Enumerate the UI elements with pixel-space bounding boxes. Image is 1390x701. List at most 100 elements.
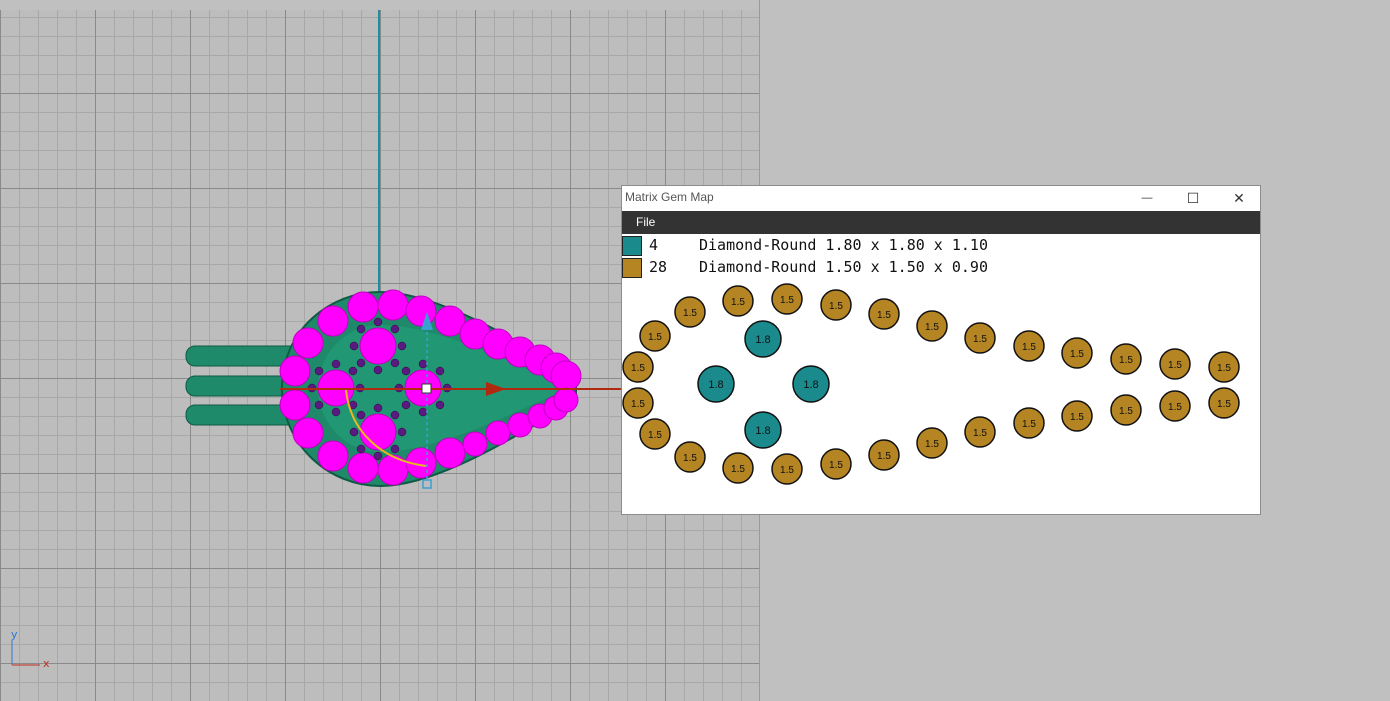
gem-gold-label: 1.5: [683, 453, 697, 464]
gem-gold: 1.5: [1110, 343, 1142, 375]
menu-bar: File: [622, 211, 1260, 234]
gem-gold-label: 1.5: [1168, 402, 1182, 413]
outer-gem: [377, 454, 409, 486]
halo-prong-gem: [418, 407, 428, 417]
halo-prong-gem: [373, 403, 383, 413]
maximize-button[interactable]: ☐: [1170, 186, 1216, 210]
gem-gold-label: 1.5: [829, 301, 843, 312]
halo-prong-gem: [390, 324, 400, 334]
outer-gem: [462, 431, 488, 457]
halo-prong-gem: [401, 366, 411, 376]
outer-gem: [279, 355, 311, 387]
halo-prong-gem: [401, 400, 411, 410]
halo-prong-gem: [390, 410, 400, 420]
axis-label-x: x: [43, 657, 50, 670]
halo-prong-gem: [356, 324, 366, 334]
gem-teal-label: 1.8: [708, 379, 723, 391]
halo-prong-gem: [397, 341, 407, 351]
gem-gold: 1.5: [1061, 400, 1093, 432]
gem-gold: 1.5: [771, 453, 803, 485]
close-icon: ✕: [1233, 189, 1245, 206]
outer-gem: [377, 289, 409, 321]
gem-gold: 1.5: [916, 427, 948, 459]
halo-prong-gem: [373, 365, 383, 375]
menu-file[interactable]: File: [636, 215, 655, 229]
gem-gold-label: 1.5: [829, 460, 843, 471]
gizmo-handle-bottom[interactable]: [422, 479, 432, 489]
gem-teal: 1.8: [744, 320, 782, 358]
gem-gold-label: 1.5: [731, 464, 745, 475]
halo-prong-gem: [349, 427, 359, 437]
gem-gold-label: 1.5: [1217, 363, 1231, 374]
outer-gem: [347, 452, 379, 484]
gem-gold: 1.5: [639, 320, 671, 352]
outer-gem: [292, 327, 324, 359]
gem-gold: 1.5: [1013, 407, 1045, 439]
outer-gem: [347, 291, 379, 323]
gem-teal: 1.8: [697, 365, 735, 403]
outer-gem: [317, 305, 349, 337]
gem-gold-label: 1.5: [648, 332, 662, 343]
outer-gem: [553, 387, 579, 413]
halo-prong-gem: [331, 407, 341, 417]
minimize-button[interactable]: —: [1124, 186, 1170, 210]
maximize-icon: ☐: [1186, 189, 1200, 206]
gem-gold-label: 1.5: [780, 465, 794, 476]
gem-gold-label: 1.5: [925, 322, 939, 333]
halo-prong-gem: [435, 366, 445, 376]
legend-row-teal: 4 Diamond-Round 1.80 x 1.80 x 1.10: [622, 236, 1242, 256]
gem-gold: 1.5: [868, 439, 900, 471]
gem-gold: 1.5: [964, 416, 996, 448]
gem-gold: 1.5: [622, 387, 654, 419]
gem-gold-label: 1.5: [973, 428, 987, 439]
halo-prong-gem: [418, 359, 428, 369]
gizmo-center[interactable]: [421, 383, 432, 394]
axis-label-y: y: [11, 628, 18, 641]
legend-count: 28: [649, 258, 668, 276]
halo-prong-gem: [349, 341, 359, 351]
legend-description: Diamond-Round 1.50 x 1.50 x 0.90: [699, 258, 988, 276]
gem-teal-label: 1.8: [755, 334, 770, 346]
gem-gold: 1.5: [1110, 394, 1142, 426]
halo-center-gem: [359, 327, 397, 365]
gem-map-window[interactable]: Matrix Gem Map — ☐ ✕ File 4 Diamond-Roun…: [621, 185, 1261, 515]
halo-prong-gem: [390, 444, 400, 454]
gem-gold: 1.5: [1159, 390, 1191, 422]
gem-gold: 1.5: [964, 322, 996, 354]
gem-gold: 1.5: [639, 418, 671, 450]
halo-prong-gem: [390, 358, 400, 368]
outer-gem: [405, 295, 437, 327]
gem-map-canvas: 1.8 1.8 1.8 1.8 1.5 1.5 1.5 1.5 1.5 1.5 1.5 1.5 1.5 1…: [622, 283, 1240, 485]
legend-swatch-teal: [622, 236, 642, 256]
gem-gold: 1.5: [722, 285, 754, 317]
gem-gold-label: 1.5: [1119, 355, 1133, 366]
gem-gold: 1.5: [722, 452, 754, 484]
outer-gem: [279, 389, 311, 421]
outer-gem: [485, 420, 511, 446]
gem-gold-label: 1.5: [1070, 412, 1084, 423]
gem-gold-label: 1.5: [1217, 399, 1231, 410]
gem-gold: 1.5: [1208, 387, 1240, 419]
legend-count: 4: [649, 236, 659, 254]
gem-gold-label: 1.5: [877, 310, 891, 321]
gem-teal: 1.8: [744, 411, 782, 449]
gem-gold: 1.5: [622, 351, 654, 383]
legend-row-gold: 28 Diamond-Round 1.50 x 1.50 x 0.90: [622, 258, 1242, 278]
halo-prong-gem: [331, 359, 341, 369]
halo-prong-gem: [314, 400, 324, 410]
gem-gold-label: 1.5: [1119, 406, 1133, 417]
gem-gold-label: 1.5: [780, 295, 794, 306]
halo-prong-gem: [348, 366, 358, 376]
legend-swatch-gold: [622, 258, 642, 278]
window-titlebar[interactable]: Matrix Gem Map — ☐ ✕: [622, 186, 1260, 210]
halo-prong-gem: [314, 366, 324, 376]
gem-gold-label: 1.5: [731, 297, 745, 308]
gem-gold: 1.5: [674, 296, 706, 328]
minimize-icon: —: [1141, 192, 1153, 204]
halo-prong-gem: [356, 410, 366, 420]
gem-gold-label: 1.5: [648, 430, 662, 441]
gem-gold-label: 1.5: [1070, 349, 1084, 360]
close-button[interactable]: ✕: [1216, 186, 1262, 210]
gem-gold-label: 1.5: [1168, 360, 1182, 371]
outer-gem: [317, 440, 349, 472]
